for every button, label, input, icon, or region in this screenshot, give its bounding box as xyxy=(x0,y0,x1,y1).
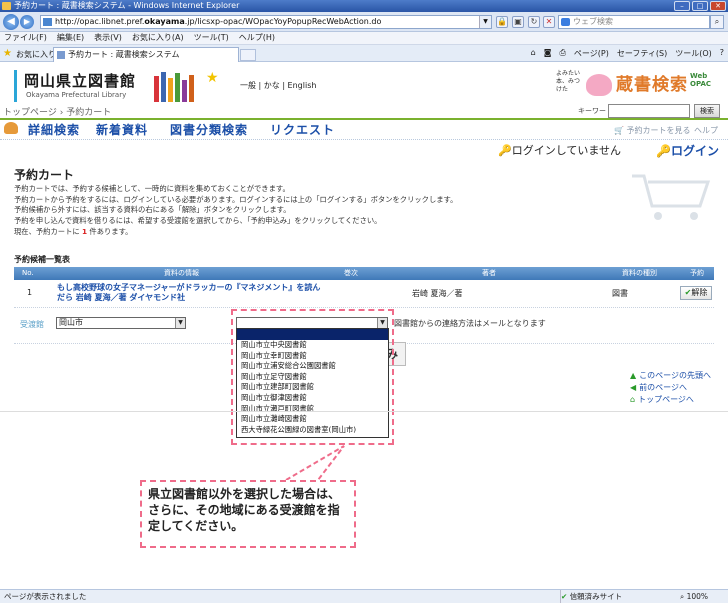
shopping-cart-icon xyxy=(632,174,711,220)
favorites-button[interactable]: お気に入り xyxy=(16,49,56,60)
page-nav-links: ▲ このページの先頭へ ◀ 前のページへ ⌂ トップページへ xyxy=(630,370,711,406)
url-dropdown-icon[interactable]: ▼ xyxy=(479,16,491,28)
print-icon[interactable]: ⎙ xyxy=(560,48,566,59)
home-icon: ⌂ xyxy=(630,395,636,404)
login-button[interactable]: 🔑ログイン xyxy=(656,142,719,159)
favorites-bar: ★ お気に入り 予約カート : 蔵書検索システム ⌂ ◙ ⎙ ページ(P) セー… xyxy=(0,45,728,62)
page-title: 予約カート xyxy=(14,168,75,182)
logo-title: 岡山県立図書館 xyxy=(24,72,137,90)
new-tab-button[interactable] xyxy=(240,49,256,61)
chevron-down-icon: ▼ xyxy=(175,318,185,328)
contact-method-text: 図書館からの連絡方法はメールとなります xyxy=(394,319,546,328)
cmd-tools[interactable]: ツール(O) xyxy=(675,48,712,59)
maximize-button[interactable]: □ xyxy=(692,1,708,11)
address-bar: ◀ ▶ http://opac.libnet.pref.okayama.jp/l… xyxy=(0,12,728,32)
item-title-link[interactable]: もし高校野球の女子マネージャーがドラッカーの『マネジメント』を読ん だら 岩崎 夏… xyxy=(57,283,347,303)
minimize-button[interactable]: – xyxy=(674,1,690,11)
zoom-level[interactable]: ⌕ 100% xyxy=(680,590,708,603)
previous-page-link[interactable]: ◀ 前のページへ xyxy=(630,382,711,394)
cart-description: 予約カートでは、予約する候補として、一時的に資料を集めておくことができます。 予… xyxy=(14,184,458,236)
table-row: 1 もし高校野球の女子マネージャーがドラッカーの『マネジメント』を読ん だら 岩崎… xyxy=(14,280,714,308)
main-nav: 詳細検索 新着資料 図書分類検索 リクエスト 🛒 予約カートを見る ヘルプ xyxy=(0,120,728,140)
books-icon xyxy=(154,72,196,102)
login-status: 🔑ログインしていません xyxy=(498,144,622,157)
feeds-icon[interactable]: ◙ xyxy=(544,48,552,59)
nav-classification-search[interactable]: 図書分類検索 xyxy=(170,121,248,138)
nav-new-arrivals[interactable]: 新着資料 xyxy=(96,121,148,138)
page-icon xyxy=(43,18,52,26)
ie-window-icon xyxy=(2,2,11,10)
remove-button[interactable]: ✔解除 xyxy=(680,286,712,300)
footer-divider xyxy=(0,411,728,412)
close-window-button[interactable]: ✕ xyxy=(710,1,726,11)
menu-edit[interactable]: 編集(E) xyxy=(57,32,84,44)
menu-bar: ファイル(F) 編集(E) 表示(V) お気に入り(A) ツール(T) ヘルプ(… xyxy=(0,32,728,45)
web-page: 岡山県立図書館 Okayama Prefectural Library ★ 一般… xyxy=(0,62,728,589)
web-search-input[interactable]: ウェブ検索 xyxy=(558,15,710,29)
tab-page-icon xyxy=(57,51,65,59)
breadcrumb-current: 予約カート xyxy=(66,108,112,118)
keyword-input[interactable] xyxy=(608,104,690,118)
favorites-star-icon[interactable]: ★ xyxy=(3,48,12,59)
cmd-safety[interactable]: セーフティ(S) xyxy=(617,48,667,59)
cart-count: 1 xyxy=(82,227,88,236)
opac-logo[interactable]: よみたい本、みつけた 蔵書検索 Web OPAC xyxy=(556,68,716,100)
receive-area-select[interactable]: 岡山市 ▼ xyxy=(56,317,186,329)
forward-arrow-icon[interactable]: ▶ xyxy=(20,15,34,29)
search-icon[interactable]: ⌕ xyxy=(710,15,724,29)
highlight-dashed-box xyxy=(231,309,394,445)
window-title-bar: 予約カート : 蔵書検索システム - Windows Internet Expl… xyxy=(0,0,728,12)
compatibility-icon[interactable]: ▣ xyxy=(512,16,524,28)
menu-favorites[interactable]: お気に入り(A) xyxy=(132,32,184,44)
mascot-icon xyxy=(586,74,612,96)
reservation-table: No. 資料の情報 巻次 著者 資料の種別 予約 1 もし高校野球の女子マネージ… xyxy=(14,267,714,308)
refresh-icon[interactable]: ↻ xyxy=(528,16,540,28)
security-zone: ✔ 信頼済みサイト xyxy=(560,590,655,603)
logo-subtitle: Okayama Prefectural Library xyxy=(26,91,127,99)
top-page-link[interactable]: ⌂ トップページへ xyxy=(630,394,711,406)
nav-request[interactable]: リクエスト xyxy=(270,121,335,138)
menu-help[interactable]: ヘルプ(H) xyxy=(239,32,275,44)
callout-note: 県立図書館以外を選択した場合は、さらに、その地域にある受渡館を指定してください。 xyxy=(140,480,356,548)
search-provider-icon xyxy=(561,18,570,26)
keyword-search-button[interactable]: 検索 xyxy=(694,104,720,118)
up-arrow-icon: ▲ xyxy=(630,371,637,380)
star-icon: ★ xyxy=(206,70,219,86)
status-bar: ページが表示されました ✔ 信頼済みサイト ⌕ 100% xyxy=(0,589,728,603)
stop-icon[interactable]: ✕ xyxy=(543,16,555,28)
left-arrow-icon: ◀ xyxy=(630,383,637,392)
status-text: ページが表示されました xyxy=(4,592,87,601)
menu-file[interactable]: ファイル(F) xyxy=(4,32,47,44)
lock-icon[interactable]: 🔒 xyxy=(496,16,508,28)
breadcrumb-top-link[interactable]: トップページ xyxy=(3,108,57,118)
nav-advanced-search[interactable]: 詳細検索 xyxy=(28,121,80,138)
library-logo[interactable]: 岡山県立図書館 Okayama Prefectural Library ★ xyxy=(14,70,219,104)
tab-current[interactable]: 予約カート : 蔵書検索システム xyxy=(53,47,239,62)
back-arrow-icon[interactable]: ◀ xyxy=(3,14,19,30)
cart-view-link[interactable]: 🛒 予約カートを見る xyxy=(614,125,691,136)
breadcrumb: トップページ › 予約カート xyxy=(3,108,112,118)
nav-character-icon xyxy=(4,122,18,134)
list-heading: 予約候補一覧表 xyxy=(14,255,70,264)
key-icon: 🔑 xyxy=(656,144,671,158)
url-field[interactable]: http://opac.libnet.pref.okayama.jp/licsx… xyxy=(40,15,492,29)
help-icon[interactable]: ? xyxy=(720,48,724,59)
home-icon[interactable]: ⌂ xyxy=(531,48,536,59)
window-title: 予約カート : 蔵書検索システム - Windows Internet Expl… xyxy=(14,1,240,10)
cmd-page[interactable]: ページ(P) xyxy=(574,48,609,59)
menu-tools[interactable]: ツール(T) xyxy=(194,32,229,44)
key-icon: 🔑 xyxy=(498,144,512,157)
page-top-link[interactable]: ▲ このページの先頭へ xyxy=(630,370,711,382)
help-link[interactable]: ヘルプ xyxy=(694,125,718,136)
check-icon: ✔ xyxy=(561,592,568,601)
menu-view[interactable]: 表示(V) xyxy=(94,32,122,44)
receive-label: 受渡館 xyxy=(20,320,44,329)
language-links[interactable]: 一般 | かな | English xyxy=(240,80,316,91)
table-header: No. 資料の情報 巻次 著者 資料の種別 予約 xyxy=(14,267,714,280)
